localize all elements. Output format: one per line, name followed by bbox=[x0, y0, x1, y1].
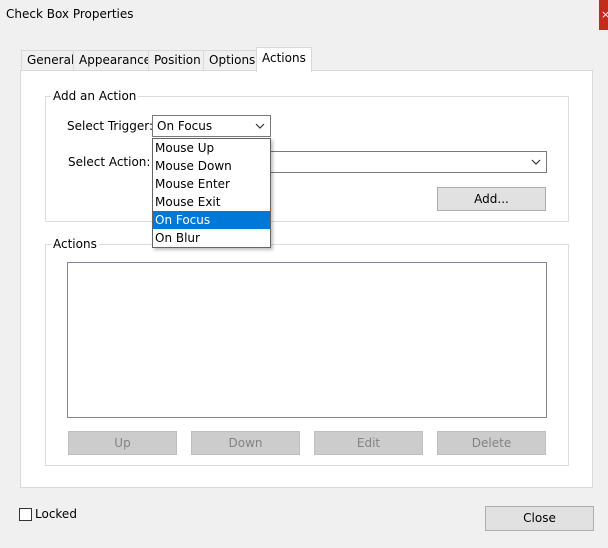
tab-options[interactable]: Options bbox=[203, 50, 262, 70]
actions-legend: Actions bbox=[51, 237, 99, 251]
tab-actions[interactable]: Actions bbox=[256, 47, 312, 72]
trigger-option-on-blur[interactable]: On Blur bbox=[153, 229, 270, 247]
locked-label: Locked bbox=[35, 507, 77, 521]
add-action-legend: Add an Action bbox=[51, 89, 139, 103]
delete-action-button[interactable]: Delete bbox=[437, 431, 546, 455]
chevron-down-icon bbox=[255, 123, 265, 129]
select-action-label: Select Action: bbox=[68, 155, 151, 169]
select-trigger-label: Select Trigger: bbox=[67, 119, 154, 133]
tab-position[interactable]: Position bbox=[148, 50, 207, 70]
tab-general[interactable]: General bbox=[21, 50, 81, 70]
trigger-options-list: Mouse Up Mouse Down Mouse Enter Mouse Ex… bbox=[152, 138, 271, 248]
move-up-button[interactable]: Up bbox=[68, 431, 177, 455]
trigger-option-mouse-down[interactable]: Mouse Down bbox=[153, 157, 270, 175]
move-down-button[interactable]: Down bbox=[191, 431, 300, 455]
actions-list[interactable] bbox=[67, 262, 547, 418]
trigger-option-mouse-exit[interactable]: Mouse Exit bbox=[153, 193, 270, 211]
edit-action-button[interactable]: Edit bbox=[314, 431, 423, 455]
add-action-button[interactable]: Add... bbox=[437, 187, 546, 211]
tab-appearance[interactable]: Appearance bbox=[73, 50, 158, 70]
trigger-option-mouse-up[interactable]: Mouse Up bbox=[153, 139, 270, 157]
window-title: Check Box Properties bbox=[6, 7, 134, 21]
trigger-option-on-focus[interactable]: On Focus bbox=[153, 211, 270, 229]
chevron-down-icon bbox=[531, 159, 541, 165]
select-trigger-dropdown[interactable]: On Focus bbox=[152, 115, 271, 137]
locked-checkbox[interactable] bbox=[19, 508, 32, 521]
select-trigger-value: On Focus bbox=[157, 119, 213, 133]
window-close-button[interactable]: × bbox=[599, 0, 608, 30]
trigger-option-mouse-enter[interactable]: Mouse Enter bbox=[153, 175, 270, 193]
close-button[interactable]: Close bbox=[485, 506, 594, 531]
